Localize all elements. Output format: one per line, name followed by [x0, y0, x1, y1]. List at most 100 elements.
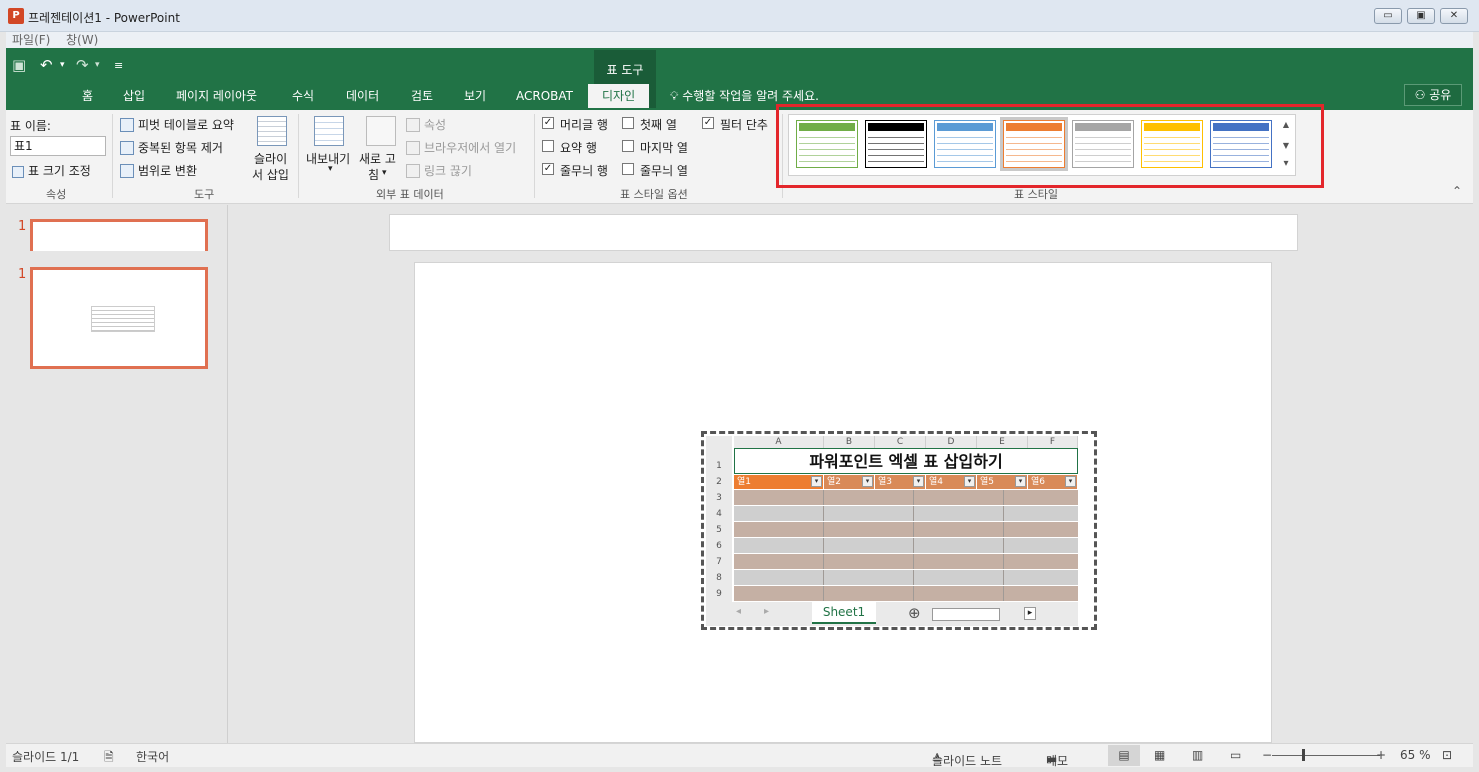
filter-dropdown-icon[interactable]: ▾: [1015, 476, 1026, 487]
row-number[interactable]: 5: [706, 522, 732, 538]
table-header-cell[interactable]: 열2 ▾: [824, 475, 875, 489]
table-row[interactable]: [734, 554, 1078, 570]
tab-acrobat[interactable]: ACROBAT: [516, 86, 573, 106]
header-row-checkbox[interactable]: ✓: [542, 117, 554, 129]
sheet-prev-icon[interactable]: ◂: [736, 606, 741, 617]
tab-design[interactable]: 디자인: [588, 84, 650, 108]
refresh-dropdown-icon[interactable]: ▾: [382, 168, 387, 178]
banded-columns-checkbox[interactable]: [622, 163, 634, 175]
normal-view-icon[interactable]: ▤: [1108, 745, 1140, 766]
row-number[interactable]: 2: [706, 475, 732, 490]
convert-to-range-button[interactable]: 범위로 변환: [120, 162, 197, 179]
table-row[interactable]: [734, 522, 1078, 538]
column-header[interactable]: B: [824, 436, 875, 448]
row-number[interactable]: 8: [706, 570, 732, 586]
filter-dropdown-icon[interactable]: ▾: [1065, 476, 1076, 487]
total-row-checkbox[interactable]: [542, 140, 554, 152]
table-header-cell[interactable]: 열5 ▾: [977, 475, 1028, 489]
last-column-checkbox[interactable]: [622, 140, 634, 152]
tab-home[interactable]: 홈: [82, 86, 93, 106]
column-header[interactable]: A: [734, 436, 824, 448]
minimize-button[interactable]: ▭: [1374, 8, 1402, 24]
sheet-title-cell[interactable]: 파워포인트 엑셀 표 삽입하기: [734, 448, 1078, 474]
slideshow-icon[interactable]: ▭: [1230, 748, 1241, 762]
tab-formulas[interactable]: 수식: [292, 86, 314, 106]
restore-button[interactable]: ▣: [1407, 8, 1435, 24]
menu-file[interactable]: 파일(F): [12, 32, 50, 48]
spelling-check-icon[interactable]: 🗎︎: [104, 748, 114, 769]
select-all-corner[interactable]: [706, 436, 732, 448]
collapse-ribbon-icon[interactable]: ⌃: [1452, 184, 1462, 198]
table-name-input[interactable]: 표1: [10, 136, 106, 156]
table-row[interactable]: [734, 538, 1078, 554]
filter-dropdown-icon[interactable]: ▾: [913, 476, 924, 487]
customize-qat-icon[interactable]: ≡: [114, 59, 123, 72]
table-row[interactable]: [734, 506, 1078, 522]
insert-slicer-line1[interactable]: 슬라이: [254, 150, 287, 167]
pivot-summary-button[interactable]: 피벗 테이블로 요약: [120, 116, 234, 133]
row-number[interactable]: 7: [706, 554, 732, 570]
undo-icon[interactable]: ↶: [40, 56, 53, 74]
resize-table-button[interactable]: 표 크기 조정: [12, 162, 91, 179]
sheet-tab[interactable]: Sheet1: [812, 602, 876, 624]
filter-dropdown-icon[interactable]: ▾: [964, 476, 975, 487]
tab-data[interactable]: 데이터: [346, 86, 379, 106]
close-button[interactable]: ✕: [1440, 8, 1468, 24]
export-icon[interactable]: [314, 116, 344, 146]
table-row[interactable]: [734, 570, 1078, 586]
row-number[interactable]: 6: [706, 538, 732, 554]
table-header-cell[interactable]: 열6 ▾: [1028, 475, 1078, 489]
remove-duplicates-button[interactable]: 중복된 항목 제거: [120, 139, 223, 156]
slide-sorter-icon[interactable]: ▦: [1154, 748, 1165, 762]
table-header-cell[interactable]: 열4 ▾: [926, 475, 977, 489]
language-indicator[interactable]: 한국어: [136, 748, 169, 765]
first-column-checkbox[interactable]: [622, 117, 634, 129]
embedded-excel-object[interactable]: A B C D E F 123456789 파워포인트 엑셀 표 삽입하기 열1…: [701, 431, 1097, 630]
column-header[interactable]: C: [875, 436, 926, 448]
column-header[interactable]: F: [1028, 436, 1078, 448]
fit-to-window-icon[interactable]: ⊡: [1442, 748, 1452, 762]
share-button[interactable]: ⚇ 공유: [1404, 84, 1462, 106]
refresh-icon[interactable]: [366, 116, 396, 146]
tab-review[interactable]: 검토: [411, 86, 433, 106]
row-number[interactable]: 9: [706, 586, 732, 602]
tell-me-box[interactable]: 💡︎ 수행할 작업을 알려 주세요.: [670, 86, 819, 106]
save-icon[interactable]: ▣: [12, 56, 26, 74]
scroll-right-icon[interactable]: ▸: [1024, 607, 1036, 620]
export-dropdown-icon[interactable]: ▾: [328, 164, 333, 174]
horizontal-scrollbar[interactable]: [932, 608, 1000, 621]
zoom-out-button[interactable]: −: [1262, 748, 1272, 762]
add-sheet-icon[interactable]: ⊕: [908, 604, 921, 622]
open-in-browser-button[interactable]: 브라우저에서 열기: [406, 139, 516, 156]
filter-button-checkbox[interactable]: ✓: [702, 117, 714, 129]
zoom-slider[interactable]: [1272, 755, 1380, 756]
zoom-in-button[interactable]: +: [1376, 748, 1386, 762]
filter-dropdown-icon[interactable]: ▾: [862, 476, 873, 487]
tab-page-layout[interactable]: 페이지 레이아웃: [176, 86, 257, 106]
refresh-label-line1[interactable]: 새로 고: [359, 150, 396, 167]
properties-button[interactable]: 속성: [406, 116, 446, 133]
sheet-next-icon[interactable]: ▸: [764, 606, 769, 617]
filter-dropdown-icon[interactable]: ▾: [811, 476, 822, 487]
redo-dropdown-icon[interactable]: ▾: [95, 60, 100, 70]
insert-slicer-line2[interactable]: 서 삽입: [252, 166, 289, 183]
column-header[interactable]: E: [977, 436, 1028, 448]
row-number[interactable]: 1: [706, 448, 732, 475]
slide-thumbnail-selected[interactable]: [30, 267, 208, 369]
table-row[interactable]: [734, 586, 1078, 602]
table-row[interactable]: [734, 490, 1078, 506]
tab-view[interactable]: 보기: [464, 86, 486, 106]
row-number[interactable]: 4: [706, 506, 732, 522]
redo-icon[interactable]: ↷: [76, 56, 89, 74]
banded-rows-checkbox[interactable]: ✓: [542, 163, 554, 175]
zoom-level[interactable]: 65 %: [1400, 748, 1431, 762]
slicer-icon[interactable]: [257, 116, 287, 146]
refresh-label-line2[interactable]: 침: [368, 166, 379, 183]
row-number[interactable]: 3: [706, 490, 732, 506]
table-header-cell[interactable]: 열3 ▾: [875, 475, 926, 489]
zoom-slider-thumb[interactable]: [1302, 749, 1305, 761]
column-header[interactable]: D: [926, 436, 977, 448]
menu-window[interactable]: 창(W): [66, 32, 98, 48]
undo-dropdown-icon[interactable]: ▾: [60, 60, 65, 70]
unlink-button[interactable]: 링크 끊기: [406, 162, 472, 179]
